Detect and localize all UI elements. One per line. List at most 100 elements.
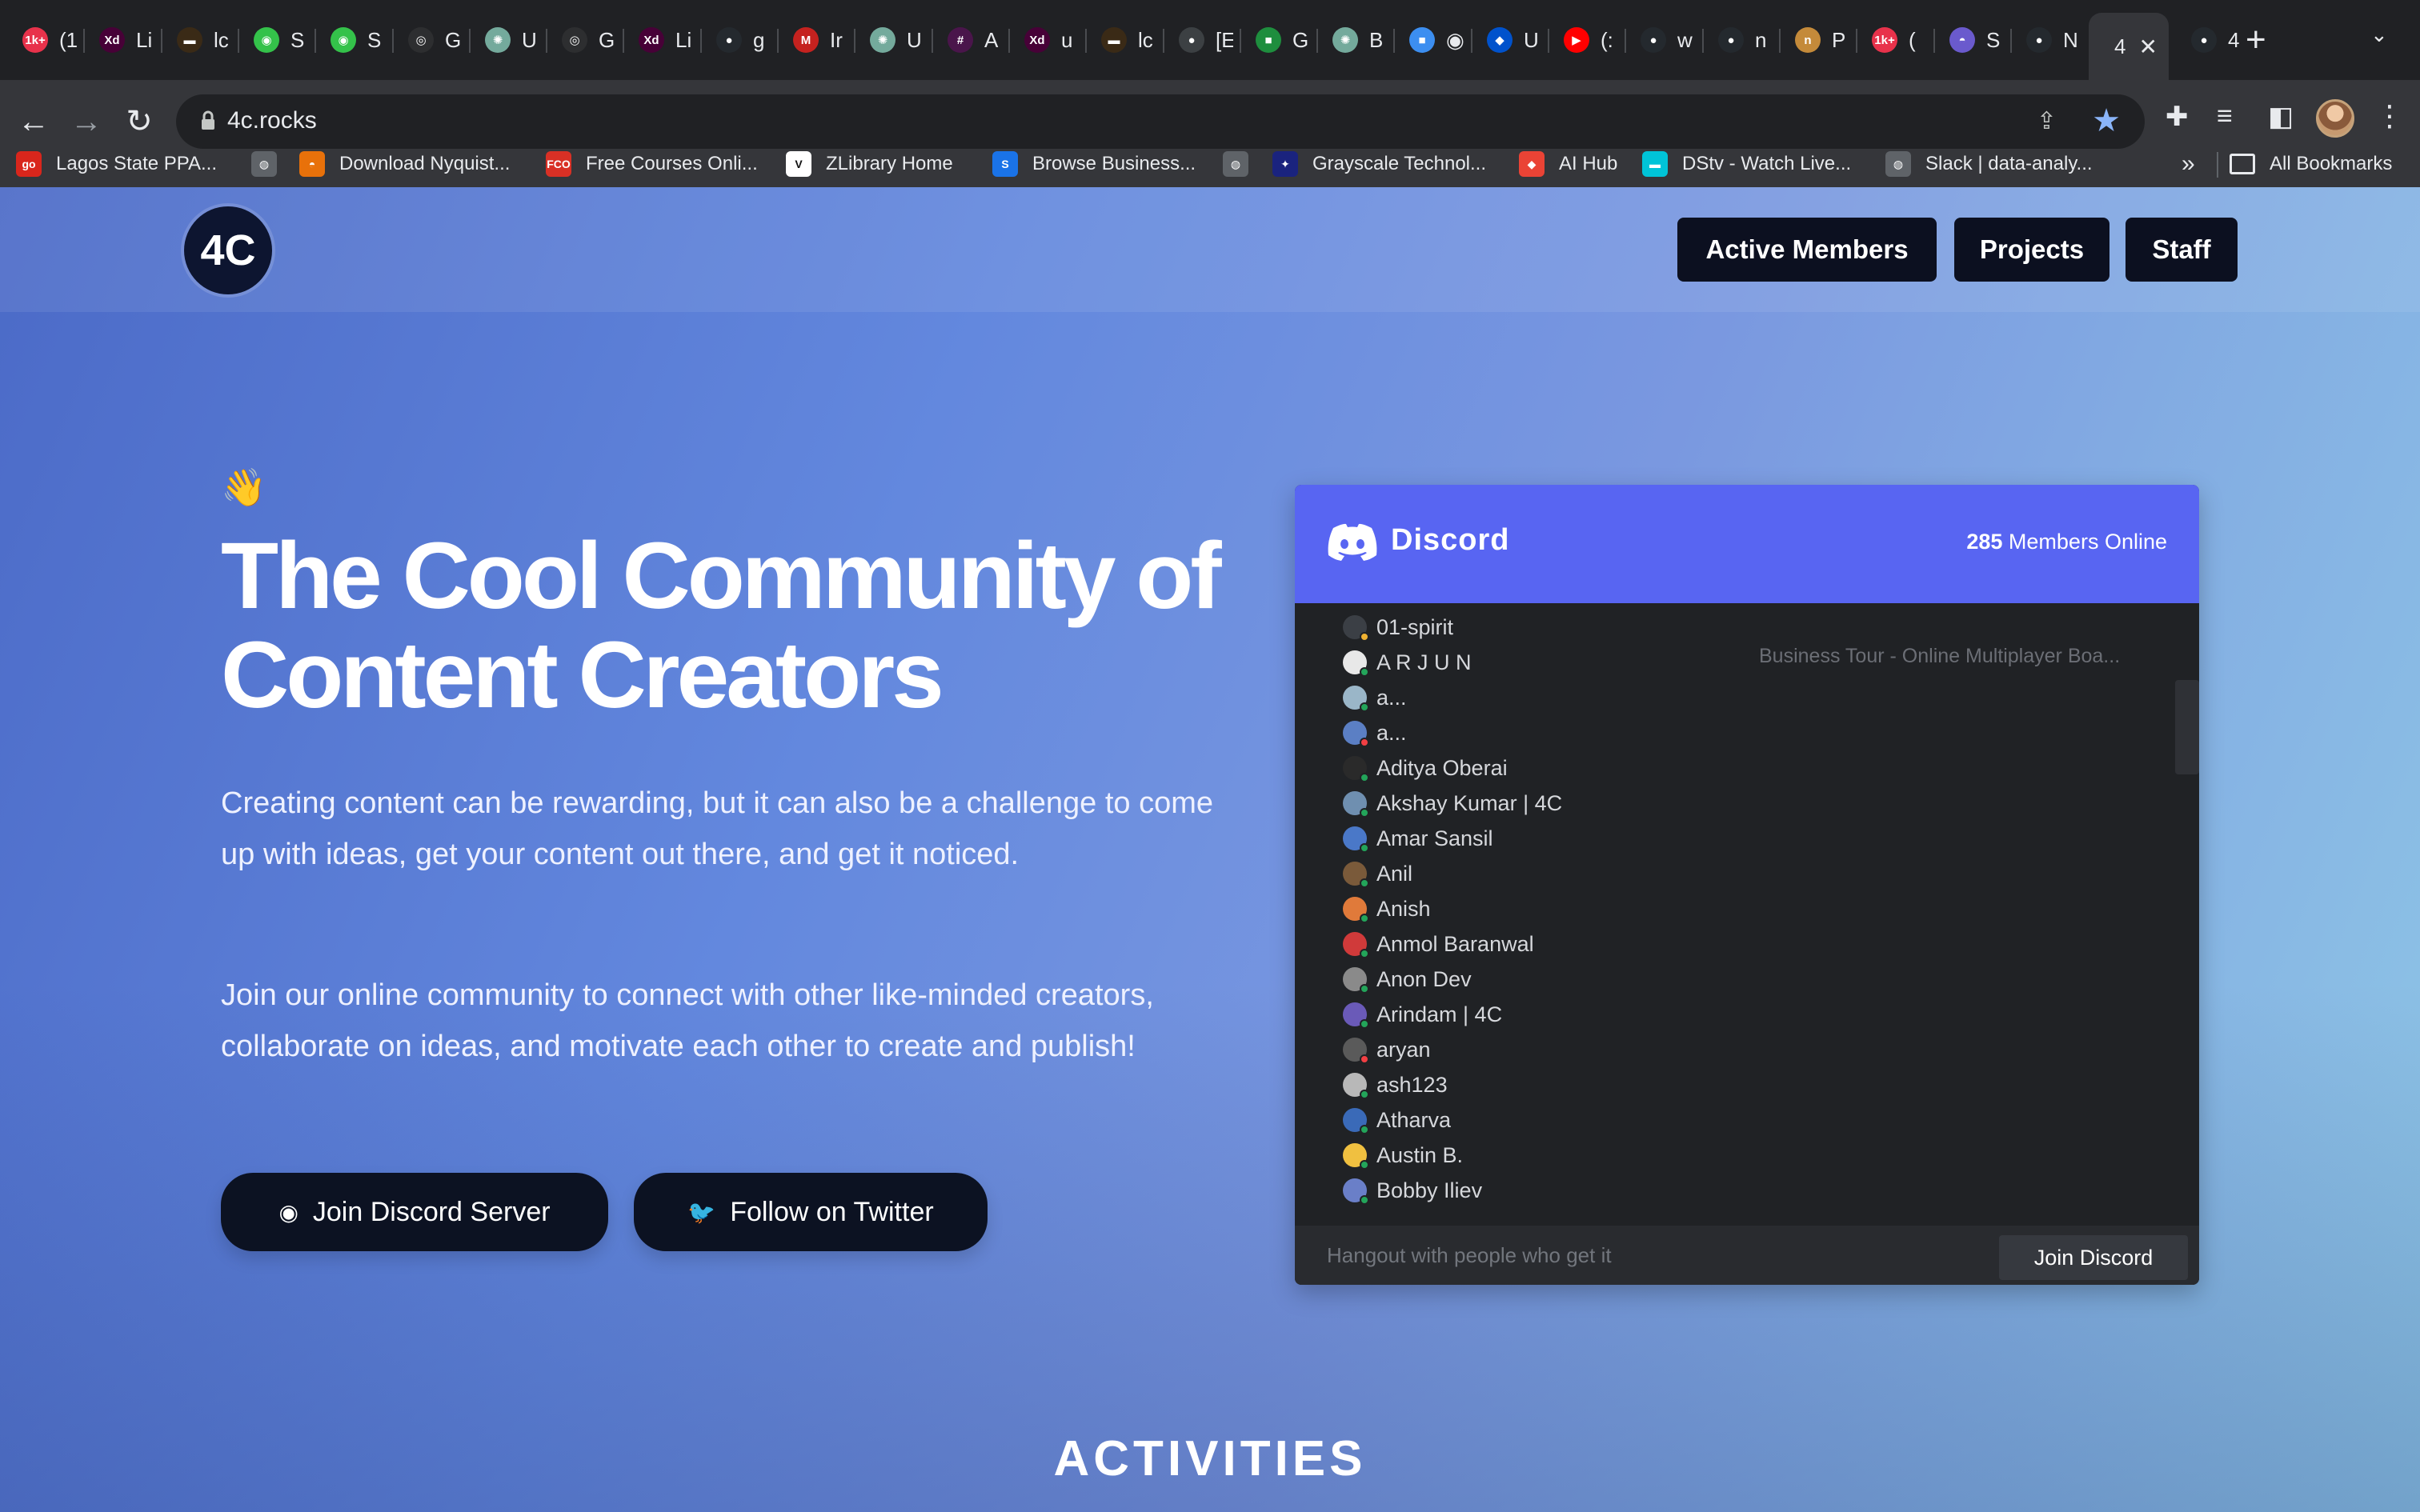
browser-tab[interactable]: ● [E xyxy=(1164,19,1241,61)
reload-icon[interactable]: ↻ xyxy=(117,99,162,144)
media-queue-icon[interactable]: ≡ xyxy=(2217,101,2233,132)
tab-favicon-icon: ● xyxy=(2191,27,2217,53)
browser-tab[interactable]: ✺ U xyxy=(855,19,932,61)
profile-avatar[interactable] xyxy=(2316,99,2354,138)
browser-tab[interactable]: ◎ G xyxy=(394,19,471,61)
share-icon[interactable]: ⇪ xyxy=(2037,107,2057,135)
browser-tab[interactable]: ● n xyxy=(1704,19,1781,61)
join-discord-server-button[interactable]: ◉ Join Discord Server xyxy=(221,1173,608,1251)
discord-member[interactable]: A R J U N xyxy=(1343,646,1472,678)
bookmark-favicon-icon: V xyxy=(786,151,811,177)
discord-member[interactable]: Amar Sansil xyxy=(1343,822,1493,854)
nav-active-members[interactable]: Active Members xyxy=(1677,218,1937,282)
member-name: Anon Dev xyxy=(1376,966,1472,991)
discord-member[interactable]: Aditya Oberai xyxy=(1343,752,1508,784)
bookmarks-overflow[interactable]: » xyxy=(2182,150,2195,178)
discord-member[interactable]: Atharva xyxy=(1343,1104,1451,1136)
discord-member[interactable]: Austin B. xyxy=(1343,1139,1463,1171)
browser-tab[interactable]: # A xyxy=(933,19,1010,61)
bookmark-item[interactable]: ◍ xyxy=(1223,141,1248,187)
browser-tab[interactable]: ✺ U xyxy=(471,19,547,61)
bookmark-item[interactable]: ◓ Download Nyquist... xyxy=(299,141,510,187)
discord-member[interactable]: aryan xyxy=(1343,1034,1431,1066)
bookmark-star-icon[interactable]: ★ xyxy=(2092,102,2121,139)
browser-tab[interactable]: ● N xyxy=(2012,19,2089,61)
browser-tab[interactable]: ◎ G xyxy=(547,19,624,61)
discord-member[interactable]: a... xyxy=(1343,682,1407,714)
browser-tab[interactable]: ◉ S xyxy=(239,19,316,61)
status-dot-icon xyxy=(1360,738,1369,747)
bookmark-item[interactable]: V ZLibrary Home xyxy=(786,141,953,187)
nav-staff[interactable]: Staff xyxy=(2126,218,2238,282)
browser-tab[interactable]: ◓ S xyxy=(1935,19,2012,61)
bookmark-item[interactable]: S Browse Business... xyxy=(992,141,1196,187)
tab-favicon-icon: # xyxy=(948,27,973,53)
back-icon[interactable]: ← xyxy=(11,99,56,144)
browser-tab[interactable]: Xd Li xyxy=(624,19,701,61)
member-name: Anil xyxy=(1376,861,1413,886)
bookmark-item[interactable]: ◆ AI Hub xyxy=(1519,141,1617,187)
browser-tab[interactable]: ● g xyxy=(702,19,779,61)
side-panel-icon[interactable]: ◧ xyxy=(2268,101,2294,133)
forward-icon[interactable]: → xyxy=(64,99,109,144)
browser-tab[interactable]: ▬ lc xyxy=(1087,19,1164,61)
bookmark-item[interactable]: ▬ DStv - Watch Live... xyxy=(1642,141,1851,187)
bookmark-favicon-icon: ◍ xyxy=(1885,151,1911,177)
tab-separator xyxy=(623,29,624,53)
url-text[interactable]: 4c.rocks xyxy=(227,107,317,134)
bookmark-item[interactable]: FCO Free Courses Onli... xyxy=(546,141,758,187)
kebab-menu-icon[interactable]: ⋮ xyxy=(2375,99,2404,133)
browser-tab[interactable]: ✺ B xyxy=(1318,19,1395,61)
all-bookmarks[interactable]: All Bookmarks xyxy=(2230,141,2392,187)
new-tab-icon[interactable]: + xyxy=(2246,19,2266,61)
browser-tab[interactable]: ▬ lc xyxy=(162,19,239,61)
bookmark-item[interactable]: go Lagos State PPA... xyxy=(16,141,217,187)
browser-tab[interactable]: ■ G xyxy=(1241,19,1318,61)
browser-tab[interactable]: M Ir xyxy=(779,19,855,61)
browser-tab[interactable]: Xd Li xyxy=(85,19,162,61)
bookmark-item[interactable]: ◍ Slack | data-analy... xyxy=(1885,141,2093,187)
bookmark-favicon-icon: ✦ xyxy=(1272,151,1298,177)
discord-member[interactable]: ash123 xyxy=(1343,1069,1448,1101)
bookmark-item[interactable]: ✦ Grayscale Technol... xyxy=(1272,141,1486,187)
browser-tab[interactable]: ▶ (: xyxy=(1549,19,1626,61)
status-dot-icon xyxy=(1360,1195,1369,1205)
browser-tab[interactable]: ■ ◉ xyxy=(1395,19,1472,61)
nav-projects[interactable]: Projects xyxy=(1954,218,2109,282)
browser-tab[interactable]: 1k+ (1 xyxy=(8,19,85,61)
tab-title: U xyxy=(1524,27,1539,52)
browser-tab[interactable]: ● 4 xyxy=(2177,19,2254,61)
close-tab-icon[interactable]: ✕ xyxy=(2139,34,2158,60)
discord-member[interactable]: Arindam | 4C xyxy=(1343,998,1502,1030)
tab-separator xyxy=(1008,29,1010,53)
bookmark-item[interactable]: ◍ xyxy=(251,141,277,187)
discord-member[interactable]: Anish xyxy=(1343,893,1431,925)
discord-member[interactable]: Anon Dev xyxy=(1343,963,1472,995)
tab-search-icon[interactable]: ⌄ xyxy=(2370,22,2388,47)
follow-twitter-button[interactable]: 🐦 Follow on Twitter xyxy=(634,1173,988,1251)
extensions-icon[interactable]: ✚ xyxy=(2166,101,2189,133)
join-discord-button[interactable]: Join Discord xyxy=(1999,1235,2188,1280)
discord-member[interactable]: Bobby Iliev xyxy=(1343,1174,1482,1206)
discord-member[interactable]: Anil xyxy=(1343,858,1412,890)
site-logo[interactable]: 4C xyxy=(184,206,272,294)
bookmark-favicon-icon: FCO xyxy=(546,151,571,177)
member-list-scrollbar[interactable] xyxy=(2175,680,2199,774)
browser-tab[interactable]: ● w xyxy=(1626,19,1703,61)
browser-tab-active[interactable]: 4 ✕ xyxy=(2089,13,2169,80)
site-header: 4C Active Members Projects Staff xyxy=(0,187,2420,312)
discord-member[interactable]: Akshay Kumar | 4C xyxy=(1343,787,1562,819)
browser-tab[interactable]: ◉ S xyxy=(316,19,393,61)
browser-tab[interactable]: nP xyxy=(1781,19,1857,61)
browser-tab[interactable]: 1k+ ( xyxy=(1857,19,1934,61)
discord-member[interactable]: Anmol Baranwal xyxy=(1343,928,1534,960)
browser-tab[interactable]: ◆ U xyxy=(1472,19,1549,61)
status-dot-icon xyxy=(1360,702,1369,712)
status-dot-icon xyxy=(1360,1160,1369,1170)
discord-member[interactable]: a... xyxy=(1343,717,1407,749)
tab-title: u xyxy=(1061,27,1073,52)
tab-favicon-icon: Xd xyxy=(639,27,664,53)
browser-tab[interactable]: Xd u xyxy=(1010,19,1087,61)
discord-member-list[interactable]: Business Tour - Online Multiplayer Boa..… xyxy=(1295,603,2199,1226)
discord-member[interactable]: 01-spirit xyxy=(1343,611,1453,643)
